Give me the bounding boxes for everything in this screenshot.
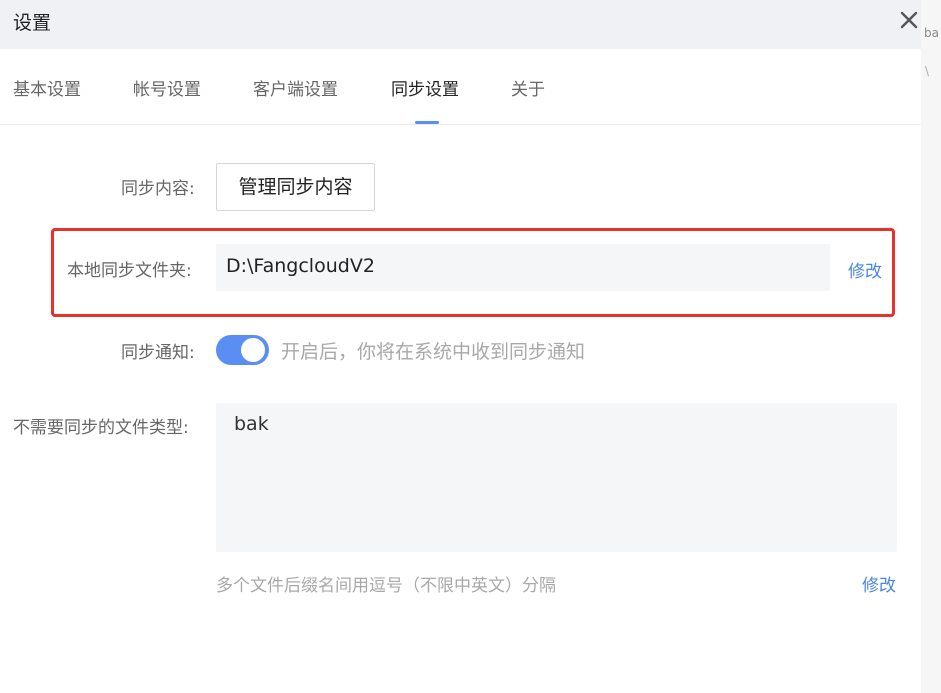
edit-folder-link[interactable]: 修改 [848,257,882,282]
dialog-titlebar: 设置 [0,0,921,49]
manage-sync-content-button[interactable]: 管理同步内容 [216,163,375,211]
excluded-types-textarea[interactable]: bak [216,403,897,552]
tab-about[interactable]: 关于 [511,75,545,100]
close-icon[interactable] [897,8,921,32]
edit-types-link[interactable]: 修改 [862,571,896,596]
excluded-types-hint: 多个文件后缀名间用逗号（不限中英文）分隔 [216,576,556,596]
local-sync-folder-label: 本地同步文件夹: [67,261,192,281]
background-window-strip: ba \ [921,0,941,693]
excluded-types-value: bak [234,413,269,435]
background-mark: \ [925,64,930,78]
local-sync-folder-field: D:\FangcloudV2 [216,244,830,291]
excluded-types-label: 不需要同步的文件类型: [13,418,189,438]
background-text: ba [924,26,939,40]
toggle-knob [241,338,265,362]
sync-notice-label: 同步通知: [121,343,195,363]
tab-account-settings[interactable]: 帐号设置 [133,75,201,100]
sync-notice-toggle[interactable] [216,335,269,365]
tab-basic-settings[interactable]: 基本设置 [13,75,81,100]
dialog-title: 设置 [13,12,52,34]
sync-content-label: 同步内容: [121,179,195,199]
local-sync-folder-path: D:\FangcloudV2 [226,255,375,277]
sync-notice-description: 开启后，你将在系统中收到同步通知 [281,341,586,363]
tab-sync-settings[interactable]: 同步设置 [391,75,459,100]
tab-client-settings[interactable]: 客户端设置 [253,75,338,100]
tabs-divider [0,124,921,125]
